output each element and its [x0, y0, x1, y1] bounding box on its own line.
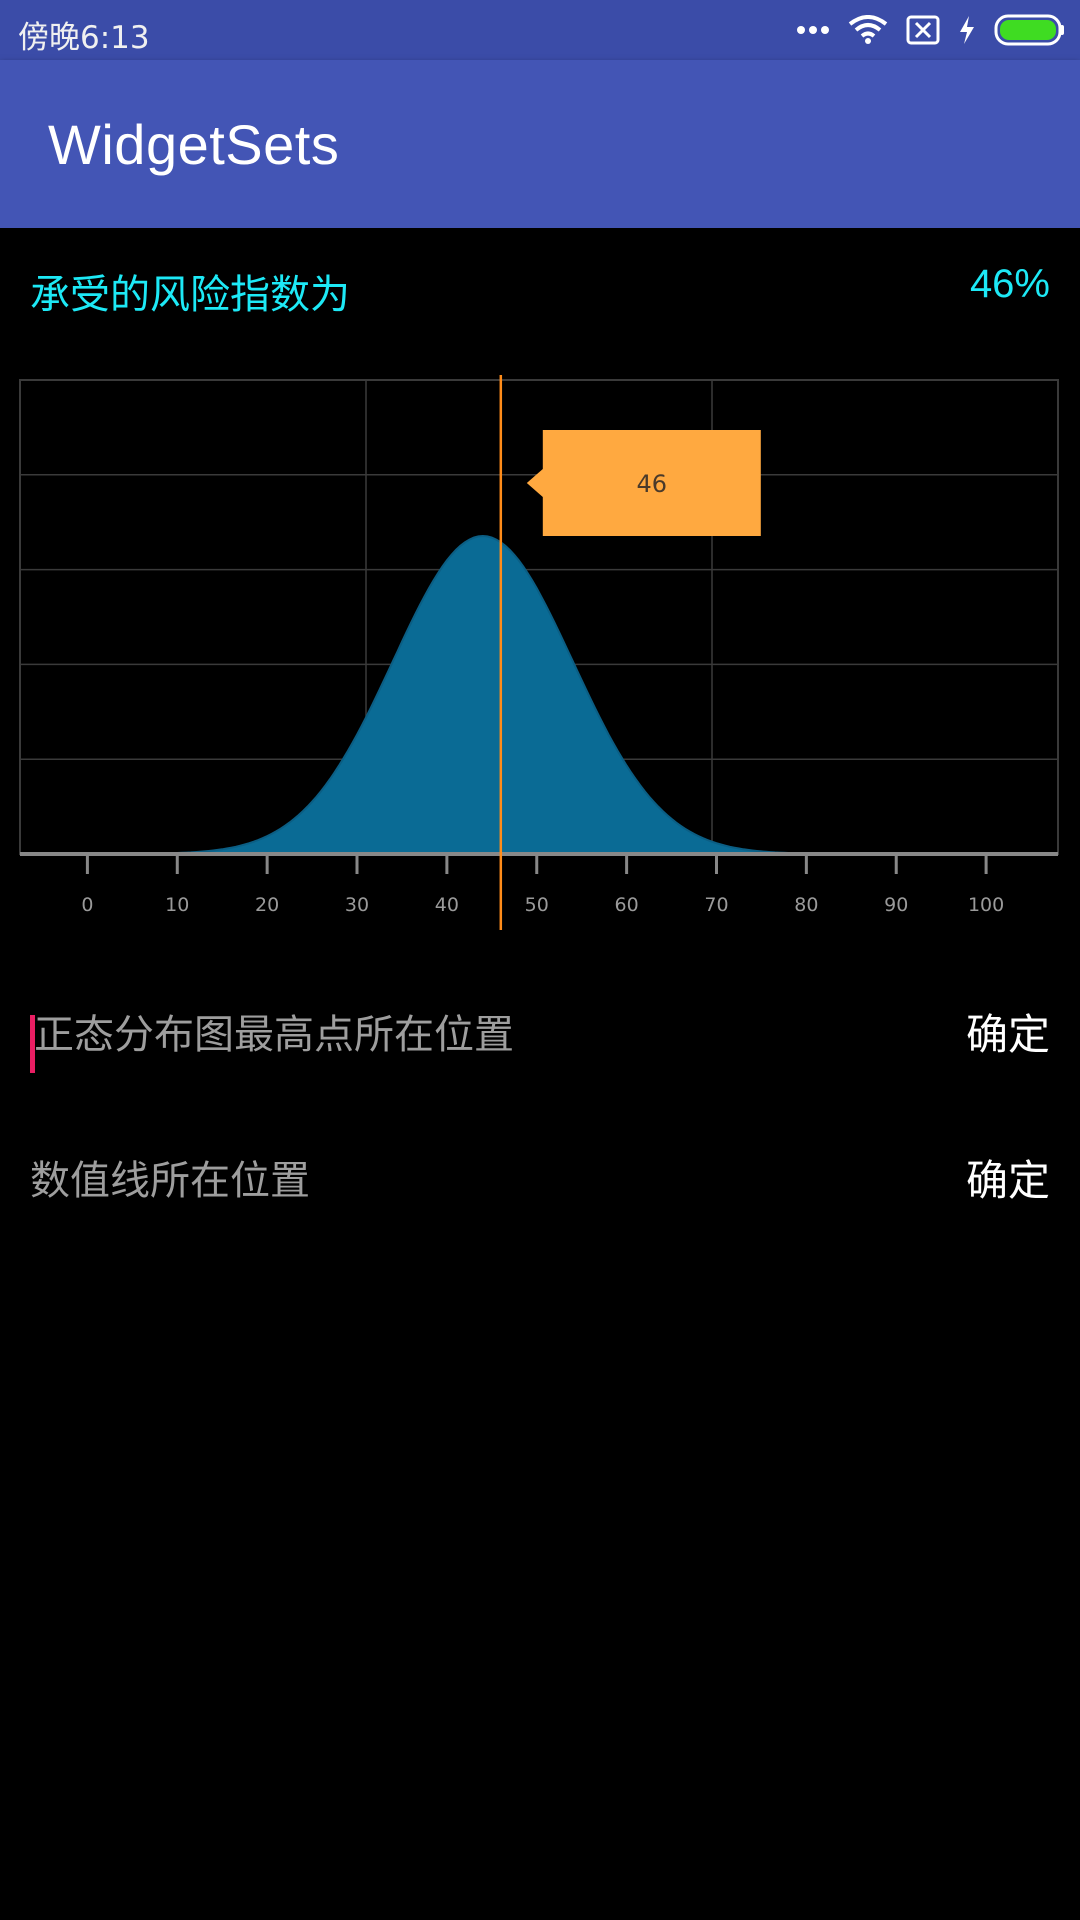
- x-tick-label: 100: [968, 894, 1004, 916]
- line-confirm-button[interactable]: 确定: [966, 1141, 1050, 1221]
- x-tick-label: 50: [525, 894, 549, 916]
- line-position-row: 数值线所在位置 确定: [30, 1141, 1050, 1221]
- normal-distribution-chart[interactable]: 0 10 20 30 40 50 60 70 80 90 100 46: [0, 370, 1080, 930]
- peak-confirm-button[interactable]: 确定: [966, 995, 1050, 1075]
- status-time: 傍晚6:13: [18, 20, 150, 56]
- line-position-input[interactable]: 数值线所在位置: [30, 1141, 310, 1221]
- app-title: WidgetSets: [48, 113, 340, 176]
- status-bar: 傍晚6:13: [0, 0, 1080, 60]
- peak-position-row: 正态分布图最高点所在位置 确定: [30, 995, 1050, 1075]
- x-tick-label: 40: [435, 894, 459, 916]
- x-tick-label: 80: [794, 894, 818, 916]
- x-tick-label: 70: [704, 894, 728, 916]
- x-tick-label: 10: [165, 894, 189, 916]
- app-bar: WidgetSets: [0, 60, 1080, 228]
- x-tick-label: 60: [615, 894, 639, 916]
- risk-index-value: 46%: [969, 262, 1050, 306]
- risk-index-label: 承受的风险指数为: [30, 272, 350, 318]
- charging-bolt-icon: [960, 16, 974, 44]
- distribution-area: [20, 534, 1058, 855]
- no-sim-icon: [906, 15, 940, 45]
- more-dots-icon: [797, 26, 829, 34]
- x-tick-label: 90: [884, 894, 908, 916]
- peak-position-input[interactable]: 正态分布图最高点所在位置: [34, 995, 514, 1075]
- value-tooltip-label: 46: [637, 470, 668, 498]
- x-tick-label: 0: [81, 894, 93, 916]
- status-icons: [796, 12, 1066, 48]
- battery-icon: [994, 14, 1064, 46]
- wifi-icon: [848, 15, 888, 44]
- x-tick-label: 30: [345, 894, 369, 916]
- x-tick-label: 20: [255, 894, 279, 916]
